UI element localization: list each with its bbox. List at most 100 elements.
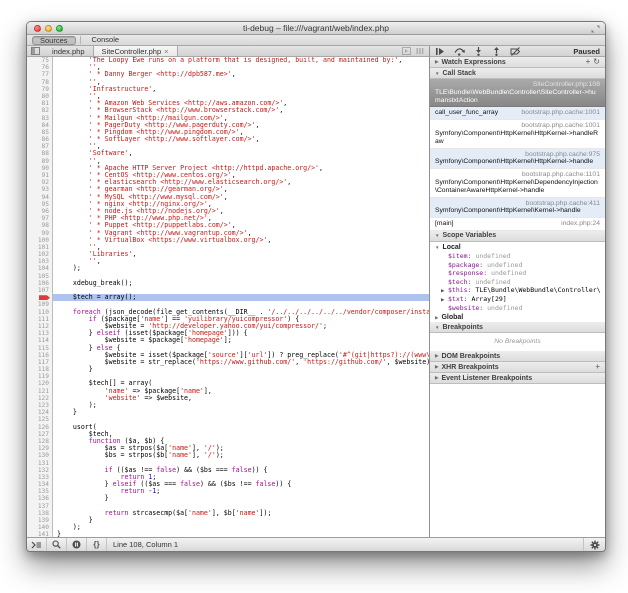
- search-icon[interactable]: [47, 538, 67, 551]
- gutter-line-number[interactable]: 82: [27, 107, 52, 114]
- call-stack-frame[interactable]: SiteController.php:108TLE\Bundle\WebBund…: [430, 79, 605, 107]
- gutter-line-number[interactable]: 122: [27, 395, 52, 402]
- code-line[interactable]: return -1;: [53, 488, 429, 495]
- gutter-line-number[interactable]: 102: [27, 251, 52, 258]
- gutter-line-number[interactable]: 92: [27, 179, 52, 186]
- refresh-watch-icon[interactable]: ↻: [593, 58, 600, 66]
- show-tab-list-icon[interactable]: [402, 47, 411, 55]
- gutter-line-number[interactable]: 81: [27, 100, 52, 107]
- gutter-line-number[interactable]: 116: [27, 352, 52, 359]
- gutter-line-number[interactable]: 130: [27, 452, 52, 459]
- code-lines[interactable]: 'The Loopy Ewe runs on a platform that i…: [53, 57, 429, 537]
- gutter-line-number[interactable]: 139: [27, 517, 52, 524]
- gutter-line-number[interactable]: 80: [27, 93, 52, 100]
- fullscreen-icon[interactable]: [591, 25, 600, 33]
- gutter-line-number[interactable]: [27, 294, 52, 301]
- code-line[interactable]: [53, 416, 429, 423]
- gutter-line-number[interactable]: 93: [27, 186, 52, 193]
- code-line[interactable]: 'Libraries',: [53, 251, 429, 258]
- code-line[interactable]: 'The Loopy Ewe runs on a platform that i…: [53, 57, 429, 64]
- gutter-line-number[interactable]: 107: [27, 287, 52, 294]
- add-xhr-breakpoint-icon[interactable]: +: [595, 363, 600, 371]
- file-tab-sitecontroller-php[interactable]: SiteController.php ×: [93, 46, 178, 56]
- gutter-line-number[interactable]: 113: [27, 330, 52, 337]
- code-line[interactable]: }: [53, 517, 429, 524]
- gutter-line-number[interactable]: 127: [27, 431, 52, 438]
- gutter-line-number[interactable]: 140: [27, 524, 52, 531]
- section-event-listener-breakpoints[interactable]: ▶ Event Listener Breakpoints: [430, 373, 605, 384]
- section-breakpoints[interactable]: ▼ Breakpoints: [430, 322, 605, 333]
- collapsed-triangle-icon[interactable]: ▶: [441, 296, 444, 304]
- call-stack-frame[interactable]: bootstrap.php.cache:1001Symfony\Componen…: [430, 120, 605, 148]
- gutter-line-number[interactable]: 86: [27, 136, 52, 143]
- code-line[interactable]: );: [53, 524, 429, 531]
- gutter-line-number[interactable]: 132: [27, 467, 52, 474]
- gutter-line-number[interactable]: 84: [27, 122, 52, 129]
- gutter-line-number[interactable]: 125: [27, 416, 52, 423]
- gutter-line-number[interactable]: 111: [27, 316, 52, 323]
- gutter-line-number[interactable]: 133: [27, 474, 52, 481]
- add-watch-icon[interactable]: +: [586, 58, 591, 66]
- code-line[interactable]: }: [53, 495, 429, 502]
- code-line[interactable]: 'website' => $website,: [53, 395, 429, 402]
- gutter-line-number[interactable]: 115: [27, 345, 52, 352]
- gutter-line-number[interactable]: 85: [27, 129, 52, 136]
- resume-button[interactable]: [435, 47, 445, 56]
- gutter-line-number[interactable]: 126: [27, 424, 52, 431]
- gutter-line-number[interactable]: 97: [27, 215, 52, 222]
- gutter-line-number[interactable]: 101: [27, 244, 52, 251]
- gutter-line-number[interactable]: 78: [27, 79, 52, 86]
- step-out-button[interactable]: [492, 47, 501, 56]
- gutter-line-number[interactable]: 87: [27, 143, 52, 150]
- tab-console[interactable]: Console: [85, 36, 127, 45]
- gutter-line-number[interactable]: 114: [27, 337, 52, 344]
- code-line[interactable]: xdebug_break();: [53, 280, 429, 287]
- toggle-breakpoints-button[interactable]: [510, 47, 521, 56]
- gutter-line-number[interactable]: 100: [27, 237, 52, 244]
- gutter-line-number[interactable]: 91: [27, 172, 52, 179]
- gutter-line-number[interactable]: 129: [27, 445, 52, 452]
- gutter-line-number[interactable]: 98: [27, 222, 52, 229]
- gutter-line-number[interactable]: 110: [27, 309, 52, 316]
- gutter-line-number[interactable]: 88: [27, 150, 52, 157]
- code-line[interactable]: );: [53, 265, 429, 272]
- gutter-line-number[interactable]: 95: [27, 201, 52, 208]
- gutter-line-number[interactable]: 138: [27, 510, 52, 517]
- step-over-button[interactable]: [454, 47, 465, 56]
- section-call-stack[interactable]: ▼ Call Stack: [430, 68, 605, 79]
- scope-variable[interactable]: ▶$this: TLE\Bundle\WebBundle\Controller\: [430, 286, 605, 295]
- gutter-line-number[interactable]: 90: [27, 165, 52, 172]
- collapsed-triangle-icon[interactable]: ▶: [441, 287, 444, 295]
- call-stack-frame[interactable]: bootstrap.php.cache:975Symfony\Component…: [430, 149, 605, 170]
- close-tab-icon[interactable]: ×: [164, 47, 168, 56]
- code-line[interactable]: ' * SoftLayer <http://www.softlayer.com/…: [53, 136, 429, 143]
- close-window-button[interactable]: [34, 25, 41, 32]
- gutter-line-number[interactable]: 106: [27, 280, 52, 287]
- gutter-line-number[interactable]: 77: [27, 71, 52, 78]
- call-stack-frame[interactable]: bootstrap.php.cache:411Symfony\Component…: [430, 198, 605, 219]
- gutter-line-number[interactable]: 119: [27, 373, 52, 380]
- gutter-line-number[interactable]: 128: [27, 438, 52, 445]
- pretty-print-button[interactable]: {}: [87, 538, 107, 551]
- section-scope-variables[interactable]: ▼ Scope Variables: [430, 231, 605, 242]
- section-watch-expressions[interactable]: ▶ Watch Expressions + ↻: [430, 57, 605, 68]
- gutter-line-number[interactable]: 136: [27, 495, 52, 502]
- code-line[interactable]: ' * VirtualBox <https://www.virtualbox.o…: [53, 237, 429, 244]
- call-stack-frame[interactable]: call_user_func_arraybootstrap.php.cache:…: [430, 107, 605, 120]
- gutter-line-number[interactable]: 104: [27, 265, 52, 272]
- gutter-line-number[interactable]: 83: [27, 115, 52, 122]
- gutter-line-number[interactable]: 137: [27, 503, 52, 510]
- gutter-line-number[interactable]: 124: [27, 409, 52, 416]
- section-dom-breakpoints[interactable]: ▶ DOM Breakpoints: [430, 351, 605, 362]
- scope-global-group[interactable]: ▶ Global: [430, 312, 605, 322]
- pause-on-exceptions-icon[interactable]: [67, 538, 87, 551]
- code-line[interactable]: $bs = strpos($b['name'], '/');: [53, 452, 429, 459]
- window-controls[interactable]: [34, 25, 63, 32]
- code-line[interactable]: $tech = array();: [53, 294, 429, 301]
- zoom-window-button[interactable]: [56, 25, 63, 32]
- gutter-line-number[interactable]: 89: [27, 158, 52, 165]
- file-tab-index-php[interactable]: index.php: [44, 46, 93, 56]
- call-stack-frame[interactable]: [main]index.php:24: [430, 218, 605, 231]
- gutter-line-number[interactable]: 103: [27, 258, 52, 265]
- code-line[interactable]: '',: [53, 258, 429, 265]
